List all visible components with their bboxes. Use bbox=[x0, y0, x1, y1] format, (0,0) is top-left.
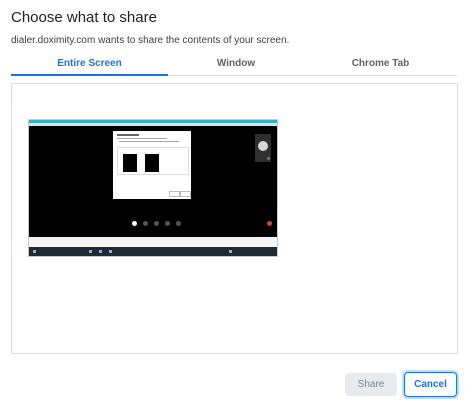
thumbnail-taskbar bbox=[29, 247, 277, 256]
tab-chrome-tab[interactable]: Chrome Tab bbox=[304, 56, 457, 76]
thumbnail-taskbar-icon bbox=[89, 250, 92, 253]
thumbnail-control-icon bbox=[143, 221, 148, 226]
thumbnail-dialog-panel bbox=[117, 147, 189, 175]
tab-window[interactable]: Window bbox=[168, 56, 304, 76]
thumbnail-control-icon bbox=[176, 221, 181, 226]
thumbnail-avatar-icon bbox=[258, 141, 268, 151]
thumbnail-control-icon bbox=[154, 221, 159, 226]
thumbnail-window-preview bbox=[145, 154, 159, 172]
thumbnail-control-icon bbox=[132, 221, 137, 226]
thumbnail-window-preview bbox=[123, 154, 137, 172]
thumbnail-dialog-tabs bbox=[119, 141, 179, 142]
tab-entire-screen[interactable]: Entire Screen bbox=[11, 56, 168, 76]
thumbnail-dialog-title bbox=[117, 134, 139, 136]
thumbnail-taskbar-icon bbox=[99, 250, 102, 253]
dialog-subtitle: dialer.doximity.com wants to share the c… bbox=[11, 35, 290, 46]
thumbnail-end-call-icon bbox=[267, 221, 272, 226]
thumbnail-share-dialog bbox=[113, 131, 191, 199]
thumbnail-tab-strip bbox=[29, 123, 277, 126]
thumbnail-dialog-subtitle bbox=[117, 138, 167, 139]
thumbnail-taskbar-icon bbox=[33, 250, 36, 253]
sources-panel bbox=[11, 83, 458, 354]
dialog-title: Choose what to share bbox=[11, 9, 157, 26]
cancel-button[interactable]: Cancel bbox=[404, 372, 457, 397]
thumbnail-participant-panel bbox=[255, 134, 271, 162]
thumbnail-control-icon bbox=[165, 221, 170, 226]
thumbnail-status-bar bbox=[29, 237, 277, 247]
source-tabs: Entire Screen Window Chrome Tab bbox=[11, 56, 457, 76]
thumbnail-status-dot bbox=[267, 157, 270, 160]
thumbnail-dialog-button bbox=[169, 191, 180, 197]
thumbnail-taskbar-icon bbox=[229, 250, 232, 253]
share-button[interactable]: Share bbox=[345, 373, 397, 396]
thumbnail-taskbar-icon bbox=[109, 250, 112, 253]
tab-divider bbox=[168, 75, 457, 76]
thumbnail-dialog-button bbox=[180, 191, 191, 197]
thumbnail-call-controls bbox=[132, 221, 192, 231]
screen-thumbnail[interactable] bbox=[28, 119, 278, 257]
